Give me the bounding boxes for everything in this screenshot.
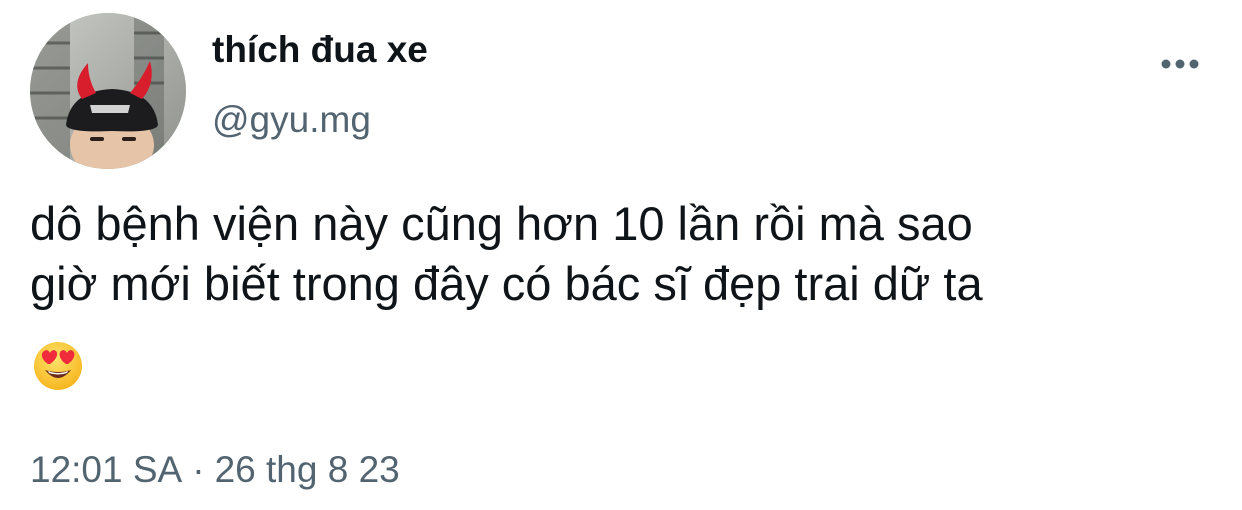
tweet-timestamp[interactable]: 12:01 SA · 26 thg 8 23 (30, 448, 400, 492)
author-display-name[interactable]: thích đua xe (212, 28, 428, 72)
tweet-time: 12:01 SA (30, 449, 183, 490)
heart-eyes-emoji (32, 340, 84, 392)
avatar-photo (30, 13, 186, 169)
meta-separator: · (192, 449, 205, 490)
ellipsis-horizontal-icon[interactable] (1156, 50, 1204, 78)
tweet-date: 26 thg 8 23 (214, 449, 400, 490)
author-handle[interactable]: @gyu.mg (212, 98, 371, 142)
avatar[interactable] (30, 13, 186, 169)
tweet-text: dô bệnh viện này cũng hơn 10 lần rồi mà … (30, 197, 983, 310)
tweet-card: thích đua xe @gyu.mg dô bệnh viện này cũ… (0, 0, 1242, 510)
